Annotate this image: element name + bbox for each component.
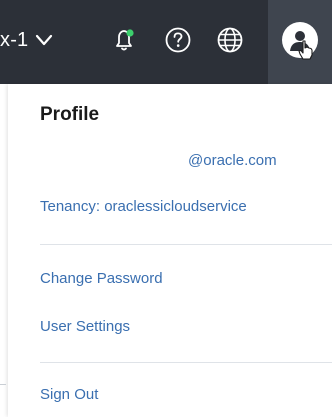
notification-dot <box>126 29 134 37</box>
chevron-down-icon <box>36 34 53 46</box>
profile-button[interactable] <box>268 0 332 84</box>
menu-divider <box>40 362 332 363</box>
region-label: x-1 <box>0 28 29 51</box>
bell-icon <box>116 29 134 51</box>
region-selector[interactable]: x-1 <box>0 22 54 58</box>
help-icon <box>165 27 191 53</box>
profile-title: Profile <box>40 104 100 125</box>
menu-divider <box>40 244 332 245</box>
sign-out-link[interactable]: Sign Out <box>40 386 98 403</box>
profile-email: @oracle.com <box>188 152 277 169</box>
language-button[interactable] <box>212 22 248 58</box>
page-edge-tick <box>0 384 6 385</box>
globe-icon <box>217 27 243 53</box>
change-password-link[interactable]: Change Password <box>40 270 163 287</box>
hand-cursor-icon <box>298 40 313 60</box>
tenancy-link[interactable]: Tenancy: oraclessicloudservice <box>40 198 247 215</box>
notifications-button[interactable] <box>106 22 142 58</box>
help-button[interactable] <box>160 22 196 58</box>
profile-menu: Profile @oracle.com Tenancy: oraclessicl… <box>8 84 332 417</box>
user-settings-link[interactable]: User Settings <box>40 318 130 335</box>
top-navigation-bar: x-1 <box>0 0 332 84</box>
